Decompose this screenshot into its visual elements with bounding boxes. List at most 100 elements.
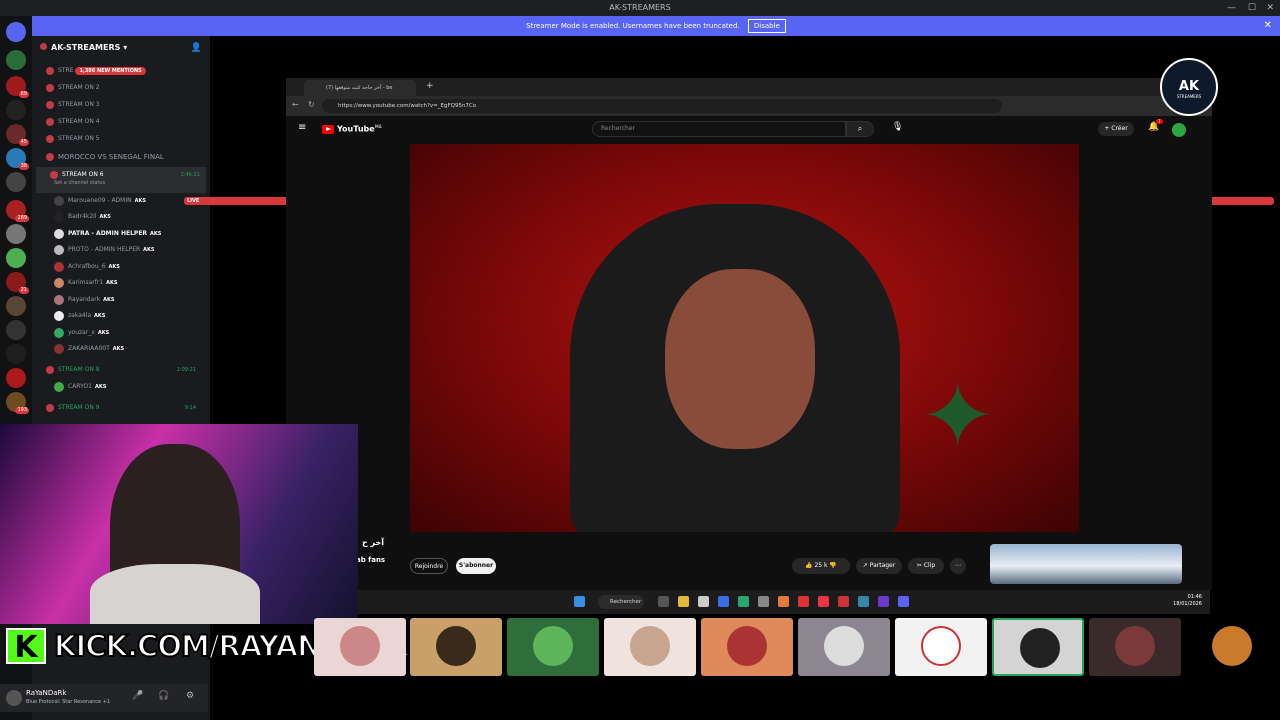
server-icon[interactable]: 69 xyxy=(6,76,29,98)
participant-tile-speaking[interactable] xyxy=(992,618,1084,676)
taskbar-clock[interactable]: 01:46 18/01/2026 xyxy=(1173,594,1202,608)
channel-name[interactable]: ab fans xyxy=(356,556,385,564)
participant-tile-marouane[interactable] xyxy=(410,618,502,676)
home-icon[interactable] xyxy=(6,22,26,42)
discord-icon[interactable] xyxy=(898,596,909,607)
channel-morocco-senegal[interactable]: MOROCCO VS SENEGAL FINAL xyxy=(32,149,202,165)
clip-button[interactable]: ✂ Clip xyxy=(908,558,944,574)
server-icon[interactable] xyxy=(6,100,26,120)
start-icon[interactable] xyxy=(574,596,585,607)
join-button[interactable]: Rejoindre xyxy=(410,558,448,574)
app-icon[interactable] xyxy=(778,596,789,607)
channel-stream-4[interactable]: STREAM ON 4 xyxy=(32,114,202,130)
url-field[interactable]: https://www.youtube.com/watch?v=_EgFQ95n… xyxy=(322,99,1002,113)
recommended-video-thumbnail[interactable] xyxy=(990,544,1182,584)
app-icon[interactable] xyxy=(798,596,809,607)
avatar xyxy=(533,626,573,666)
app-icon[interactable] xyxy=(758,596,769,607)
channel-stream-1[interactable]: STRE 1,386 NEW MENTIONS xyxy=(32,63,202,79)
channel-stream-5[interactable]: STREAM ON 5 xyxy=(32,131,202,147)
member-row[interactable]: youzar_x AKS xyxy=(54,325,204,341)
explorer-icon[interactable] xyxy=(678,596,689,607)
maximize-icon[interactable]: ☐ xyxy=(1248,0,1256,16)
close-icon[interactable]: ✕ xyxy=(1266,0,1274,16)
app-icon[interactable] xyxy=(718,596,729,607)
server-icon[interactable]: 289 xyxy=(6,200,29,222)
participant-tile[interactable] xyxy=(1089,618,1181,676)
app-icon[interactable] xyxy=(858,596,869,607)
microphone-icon[interactable]: 🎤 xyxy=(132,691,143,701)
channel-stream-2[interactable]: STREAM ON 2 xyxy=(32,80,202,96)
profile-avatar[interactable] xyxy=(1172,123,1186,137)
address-bar: ← ↻ https://www.youtube.com/watch?v=_EgF… xyxy=(286,96,1212,116)
server-icon[interactable] xyxy=(6,248,26,268)
edge-icon[interactable] xyxy=(738,596,749,607)
member-row[interactable]: zaka4la AKS xyxy=(54,308,204,324)
create-button[interactable]: + Créer xyxy=(1098,122,1134,136)
server-header[interactable]: AK-STREAMERS ▾ 👤 xyxy=(32,36,210,60)
server-icon[interactable] xyxy=(6,344,26,364)
add-member-icon[interactable]: 👤 xyxy=(191,36,202,60)
channel-stream-6[interactable]: STREAM ON 6 2:46:21 Set a channel status xyxy=(36,167,206,193)
search-icon[interactable]: ⌕ xyxy=(846,121,874,137)
youtube-logo[interactable]: YouTubeMA xyxy=(322,124,382,134)
participant-tile-yarim[interactable] xyxy=(1186,618,1280,676)
server-icon[interactable] xyxy=(6,172,26,192)
notification-count: 7 xyxy=(1156,119,1163,124)
server-icon[interactable] xyxy=(6,50,26,70)
member-row[interactable]: PATRA - ADMIN HELPER AKS xyxy=(54,226,204,242)
headphones-icon[interactable]: 🎧 xyxy=(158,691,169,701)
like-button[interactable]: 👍 25 k 👎 xyxy=(792,558,850,574)
menu-icon[interactable]: ≡ xyxy=(298,122,306,133)
member-row[interactable]: Rayandark AKS xyxy=(54,292,204,308)
member-row[interactable]: Karimsarfr1 AKS xyxy=(54,275,204,291)
search-input[interactable]: Rechercher xyxy=(592,121,846,137)
channel-stream-8[interactable]: STREAM ON 8 2:09:21 xyxy=(32,362,202,378)
member-row[interactable]: PROTO - ADMIN HELPER AKS xyxy=(54,242,204,258)
participant-tile[interactable] xyxy=(604,618,696,676)
member-row[interactable]: ZAKARIAA00T AKS xyxy=(54,341,204,357)
back-icon[interactable]: ← xyxy=(292,100,299,109)
member-row[interactable]: Achrafbou_6 AKS xyxy=(54,259,204,275)
new-tab-icon[interactable]: + xyxy=(426,81,434,91)
member-row[interactable]: CARYO1 AKS xyxy=(54,379,204,395)
server-icon[interactable] xyxy=(6,296,26,316)
browser-window: (7) آخر حاجة كنت متوقعها - be + ← ↻ http… xyxy=(286,78,1212,590)
participant-tile[interactable] xyxy=(314,618,406,676)
server-icon[interactable]: 45 xyxy=(6,124,29,146)
share-button[interactable]: ↗ Partager xyxy=(856,558,902,574)
member-row[interactable]: Marouane09 - ADMIN AKS xyxy=(54,193,204,209)
settings-gear-icon[interactable]: ⚙ xyxy=(186,691,194,701)
participant-tile[interactable] xyxy=(895,618,987,676)
video-player[interactable]: ✦ xyxy=(410,144,1079,532)
server-icon[interactable] xyxy=(6,368,26,388)
participant-tile[interactable] xyxy=(507,618,599,676)
app-icon[interactable] xyxy=(838,596,849,607)
channel-status[interactable]: Set a channel status xyxy=(54,179,105,187)
browser-tab[interactable]: (7) آخر حاجة كنت متوقعها - be xyxy=(304,80,416,96)
server-icon[interactable] xyxy=(6,224,26,244)
user-avatar[interactable] xyxy=(6,690,22,706)
taskbar-search[interactable]: Rechercher xyxy=(598,595,644,609)
member-row[interactable]: Badr4k2il AKS xyxy=(54,209,204,225)
microphone-icon[interactable]: 🎙 xyxy=(892,122,903,132)
channel-stream-3[interactable]: STREAM ON 3 xyxy=(32,97,202,113)
channel-stream-9[interactable]: STREAM ON 9 9:14 xyxy=(32,400,202,416)
more-icon[interactable]: ⋯ xyxy=(950,558,966,574)
taskview-icon[interactable] xyxy=(658,596,669,607)
server-icon[interactable] xyxy=(6,320,26,340)
disable-button[interactable]: Disable xyxy=(747,19,786,33)
store-icon[interactable] xyxy=(698,596,709,607)
refresh-icon[interactable]: ↻ xyxy=(308,100,315,109)
server-icon[interactable]: 21 xyxy=(6,272,29,294)
participant-tile[interactable] xyxy=(798,618,890,676)
app-icon[interactable] xyxy=(878,596,889,607)
server-icon[interactable]: 38 xyxy=(6,148,29,170)
participant-tile[interactable] xyxy=(701,618,793,676)
banner-close-icon[interactable]: ✕ xyxy=(1264,16,1272,36)
minimize-icon[interactable]: — xyxy=(1227,0,1236,16)
channel-timer: 2:46:21 xyxy=(180,172,200,178)
subscribe-button[interactable]: S'abonner xyxy=(456,558,496,574)
brave-icon[interactable] xyxy=(818,596,829,607)
server-icon[interactable]: 193 xyxy=(6,392,29,414)
